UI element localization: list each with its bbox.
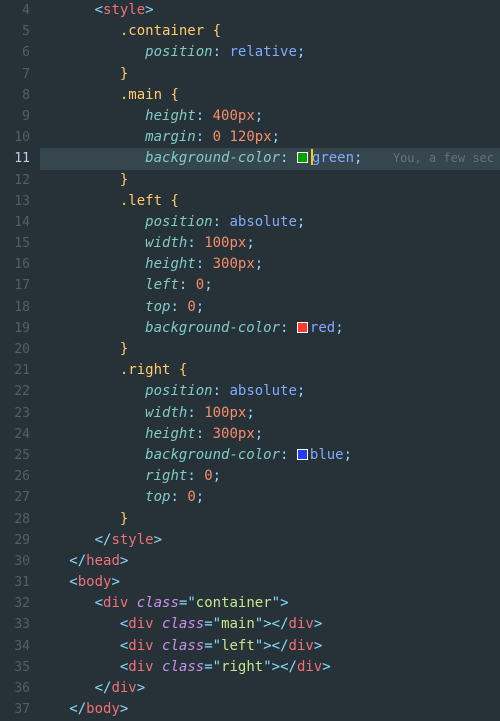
line-number-gutter: 4567891011121314151617181920212223242526… xyxy=(0,0,40,721)
line-number: 13 xyxy=(0,191,30,212)
color-swatch xyxy=(297,322,308,333)
line-number: 23 xyxy=(0,403,30,424)
code-line[interactable]: height: 300px; xyxy=(40,254,500,275)
code-line[interactable]: .main { xyxy=(40,85,500,106)
code-line[interactable]: } xyxy=(40,170,500,191)
code-line[interactable]: <body> xyxy=(40,572,500,593)
code-line[interactable]: position: absolute; xyxy=(40,381,500,402)
line-number: 11 xyxy=(0,148,30,169)
code-line[interactable]: background-color: blue; xyxy=(40,445,500,466)
code-line[interactable]: <div class="container"> xyxy=(40,593,500,614)
code-line[interactable]: width: 100px; xyxy=(40,233,500,254)
line-number: 10 xyxy=(0,127,30,148)
line-number: 18 xyxy=(0,297,30,318)
code-line[interactable]: </body> xyxy=(40,699,500,720)
line-number: 14 xyxy=(0,212,30,233)
code-area[interactable]: <style> .container { position: relative;… xyxy=(40,0,500,721)
line-number: 16 xyxy=(0,254,30,275)
code-line[interactable]: position: relative; xyxy=(40,42,500,63)
line-number: 22 xyxy=(0,381,30,402)
code-line[interactable]: top: 0; xyxy=(40,297,500,318)
line-number: 26 xyxy=(0,466,30,487)
line-number: 28 xyxy=(0,509,30,530)
line-number: 5 xyxy=(0,21,30,42)
git-blame-annotation: You, a few sec xyxy=(393,148,494,169)
code-editor[interactable]: 4567891011121314151617181920212223242526… xyxy=(0,0,500,721)
code-line[interactable]: </div> xyxy=(40,678,500,699)
code-line[interactable]: <div class="right"></div> xyxy=(40,657,500,678)
code-line[interactable]: } xyxy=(40,339,500,360)
code-line[interactable]: <div class="left"></div> xyxy=(40,636,500,657)
line-number: 33 xyxy=(0,614,30,635)
code-line[interactable]: .right { xyxy=(40,360,500,381)
line-number: 8 xyxy=(0,85,30,106)
line-number: 15 xyxy=(0,233,30,254)
code-line[interactable]: height: 400px; xyxy=(40,106,500,127)
line-number: 31 xyxy=(0,572,30,593)
code-line[interactable]: right: 0; xyxy=(40,466,500,487)
line-number: 29 xyxy=(0,530,30,551)
code-line[interactable]: } xyxy=(40,64,500,85)
line-number: 19 xyxy=(0,318,30,339)
code-line[interactable]: .container { xyxy=(40,21,500,42)
code-line[interactable]: background-color: red; xyxy=(40,318,500,339)
code-line[interactable]: </style> xyxy=(40,530,500,551)
code-line[interactable]: <div class="main"></div> xyxy=(40,614,500,635)
line-number: 21 xyxy=(0,360,30,381)
line-number: 34 xyxy=(0,636,30,657)
line-number: 4 xyxy=(0,0,30,21)
line-number: 27 xyxy=(0,487,30,508)
code-line[interactable]: .left { xyxy=(40,191,500,212)
code-line[interactable]: background-color: green;You, a few sec xyxy=(40,148,500,169)
line-number: 24 xyxy=(0,424,30,445)
line-number: 25 xyxy=(0,445,30,466)
line-number: 37 xyxy=(0,699,30,720)
line-number: 20 xyxy=(0,339,30,360)
code-line[interactable]: width: 100px; xyxy=(40,403,500,424)
color-swatch xyxy=(297,449,308,460)
code-line[interactable]: height: 300px; xyxy=(40,424,500,445)
line-number: 6 xyxy=(0,42,30,63)
code-line[interactable]: margin: 0 120px; xyxy=(40,127,500,148)
line-number: 7 xyxy=(0,64,30,85)
code-line[interactable]: } xyxy=(40,509,500,530)
code-line[interactable]: <style> xyxy=(40,0,500,21)
code-line[interactable]: left: 0; xyxy=(40,275,500,296)
line-number: 35 xyxy=(0,657,30,678)
line-number: 32 xyxy=(0,593,30,614)
code-line[interactable]: </head> xyxy=(40,551,500,572)
code-line[interactable]: top: 0; xyxy=(40,487,500,508)
code-line[interactable]: position: absolute; xyxy=(40,212,500,233)
line-number: 36 xyxy=(0,678,30,699)
line-number: 9 xyxy=(0,106,30,127)
line-number: 12 xyxy=(0,170,30,191)
color-swatch xyxy=(297,152,308,163)
line-number: 30 xyxy=(0,551,30,572)
line-number: 17 xyxy=(0,275,30,296)
